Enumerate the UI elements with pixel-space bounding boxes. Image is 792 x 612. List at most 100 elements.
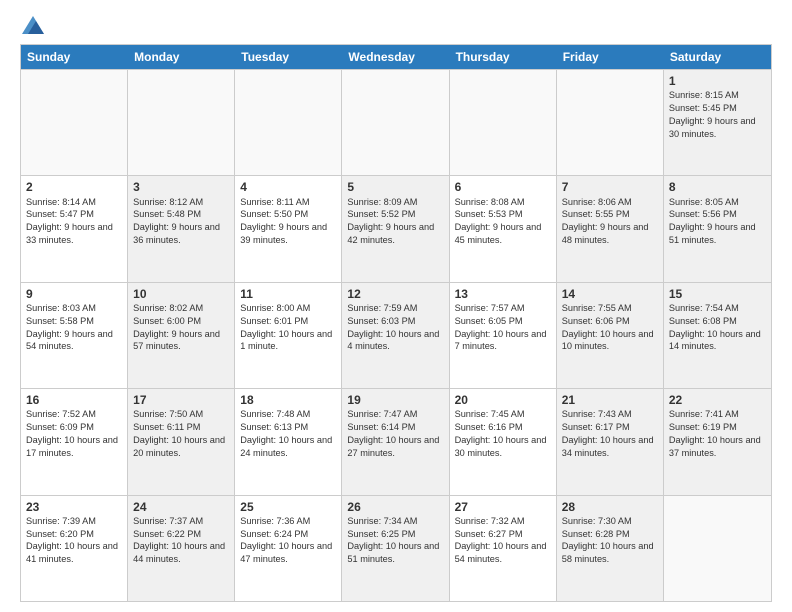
calendar-cell-1-3: 5 Sunrise: 8:09 AM Sunset: 5:52 PM Daylig…: [342, 176, 449, 281]
cell-details: Sunrise: 8:09 AM Sunset: 5:52 PM Dayligh…: [347, 197, 434, 245]
day-number: 8: [669, 179, 766, 195]
day-number: 13: [455, 286, 551, 302]
day-number: 24: [133, 499, 229, 515]
calendar-cell-1-0: 2Sunrise: 8:14 AM Sunset: 5:47 PM Daylig…: [21, 176, 128, 281]
day-number: 5: [347, 179, 443, 195]
calendar-cell-4-0: 23Sunrise: 7:39 AM Sunset: 6:20 PM Dayli…: [21, 496, 128, 601]
cell-details: Sunrise: 8:11 AM Sunset: 5:50 PM Dayligh…: [240, 197, 327, 245]
cell-details: Sunrise: 7:39 AM Sunset: 6:20 PM Dayligh…: [26, 516, 118, 564]
calendar-cell-0-5: [557, 70, 664, 175]
calendar-cell-2-2: 11Sunrise: 8:00 AM Sunset: 6:01 PM Dayli…: [235, 283, 342, 388]
day-number: 20: [455, 392, 551, 408]
day-number: 4: [240, 179, 336, 195]
calendar-cell-4-5: 28Sunrise: 7:30 AM Sunset: 6:28 PM Dayli…: [557, 496, 664, 601]
cell-details: Sunrise: 8:08 AM Sunset: 5:53 PM Dayligh…: [455, 197, 542, 245]
calendar-cell-1-4: 6 Sunrise: 8:08 AM Sunset: 5:53 PM Daylig…: [450, 176, 557, 281]
header: [20, 16, 772, 34]
cell-details: Sunrise: 8:06 AM Sunset: 5:55 PM Dayligh…: [562, 197, 649, 245]
calendar-cell-1-2: 4 Sunrise: 8:11 AM Sunset: 5:50 PM Daylig…: [235, 176, 342, 281]
day-number: 6: [455, 179, 551, 195]
calendar-header: SundayMondayTuesdayWednesdayThursdayFrid…: [21, 45, 771, 69]
calendar-cell-4-2: 25Sunrise: 7:36 AM Sunset: 6:24 PM Dayli…: [235, 496, 342, 601]
weekday-header-sunday: Sunday: [21, 45, 128, 69]
calendar-cell-1-6: 8 Sunrise: 8:05 AM Sunset: 5:56 PM Daylig…: [664, 176, 771, 281]
calendar-row-1: 2Sunrise: 8:14 AM Sunset: 5:47 PM Daylig…: [21, 175, 771, 281]
calendar-cell-2-0: 9Sunrise: 8:03 AM Sunset: 5:58 PM Daylig…: [21, 283, 128, 388]
day-number: 14: [562, 286, 658, 302]
weekday-header-thursday: Thursday: [450, 45, 557, 69]
day-number: 19: [347, 392, 443, 408]
calendar-cell-4-4: 27Sunrise: 7:32 AM Sunset: 6:27 PM Dayli…: [450, 496, 557, 601]
cell-details: Sunrise: 7:45 AM Sunset: 6:16 PM Dayligh…: [455, 409, 547, 457]
day-number: 16: [26, 392, 122, 408]
page: SundayMondayTuesdayWednesdayThursdayFrid…: [0, 0, 792, 612]
day-number: 10: [133, 286, 229, 302]
calendar-cell-3-4: 20Sunrise: 7:45 AM Sunset: 6:16 PM Dayli…: [450, 389, 557, 494]
cell-details: Sunrise: 7:32 AM Sunset: 6:27 PM Dayligh…: [455, 516, 547, 564]
cell-details: Sunrise: 7:59 AM Sunset: 6:03 PM Dayligh…: [347, 303, 439, 351]
cell-details: Sunrise: 7:41 AM Sunset: 6:19 PM Dayligh…: [669, 409, 761, 457]
day-number: 25: [240, 499, 336, 515]
calendar-cell-0-2: [235, 70, 342, 175]
day-number: 12: [347, 286, 443, 302]
calendar-body: 1Sunrise: 8:15 AM Sunset: 5:45 PM Daylig…: [21, 69, 771, 601]
day-number: 18: [240, 392, 336, 408]
weekday-header-wednesday: Wednesday: [342, 45, 449, 69]
cell-details: Sunrise: 7:37 AM Sunset: 6:22 PM Dayligh…: [133, 516, 225, 564]
cell-details: Sunrise: 7:52 AM Sunset: 6:09 PM Dayligh…: [26, 409, 118, 457]
day-number: 2: [26, 179, 122, 195]
cell-details: Sunrise: 7:34 AM Sunset: 6:25 PM Dayligh…: [347, 516, 439, 564]
logo-icon: [22, 16, 44, 34]
cell-details: Sunrise: 8:15 AM Sunset: 5:45 PM Dayligh…: [669, 90, 756, 138]
logo: [20, 16, 44, 34]
calendar-cell-0-4: [450, 70, 557, 175]
calendar-cell-3-1: 17Sunrise: 7:50 AM Sunset: 6:11 PM Dayli…: [128, 389, 235, 494]
day-number: 3: [133, 179, 229, 195]
cell-details: Sunrise: 7:50 AM Sunset: 6:11 PM Dayligh…: [133, 409, 225, 457]
day-number: 23: [26, 499, 122, 515]
calendar-row-2: 9Sunrise: 8:03 AM Sunset: 5:58 PM Daylig…: [21, 282, 771, 388]
cell-details: Sunrise: 8:12 AM Sunset: 5:48 PM Dayligh…: [133, 197, 220, 245]
cell-details: Sunrise: 7:43 AM Sunset: 6:17 PM Dayligh…: [562, 409, 654, 457]
calendar-cell-4-6: [664, 496, 771, 601]
day-number: 11: [240, 286, 336, 302]
calendar-cell-2-4: 13Sunrise: 7:57 AM Sunset: 6:05 PM Dayli…: [450, 283, 557, 388]
calendar-cell-3-5: 21Sunrise: 7:43 AM Sunset: 6:17 PM Dayli…: [557, 389, 664, 494]
day-number: 7: [562, 179, 658, 195]
calendar-cell-0-0: [21, 70, 128, 175]
cell-details: Sunrise: 7:47 AM Sunset: 6:14 PM Dayligh…: [347, 409, 439, 457]
calendar: SundayMondayTuesdayWednesdayThursdayFrid…: [20, 44, 772, 602]
day-number: 28: [562, 499, 658, 515]
cell-details: Sunrise: 7:30 AM Sunset: 6:28 PM Dayligh…: [562, 516, 654, 564]
weekday-header-monday: Monday: [128, 45, 235, 69]
day-number: 9: [26, 286, 122, 302]
calendar-cell-0-6: 1Sunrise: 8:15 AM Sunset: 5:45 PM Daylig…: [664, 70, 771, 175]
calendar-cell-3-3: 19Sunrise: 7:47 AM Sunset: 6:14 PM Dayli…: [342, 389, 449, 494]
cell-details: Sunrise: 7:48 AM Sunset: 6:13 PM Dayligh…: [240, 409, 332, 457]
calendar-cell-0-3: [342, 70, 449, 175]
calendar-cell-1-5: 7 Sunrise: 8:06 AM Sunset: 5:55 PM Daylig…: [557, 176, 664, 281]
cell-details: Sunrise: 8:00 AM Sunset: 6:01 PM Dayligh…: [240, 303, 332, 351]
calendar-cell-0-1: [128, 70, 235, 175]
calendar-cell-2-1: 10Sunrise: 8:02 AM Sunset: 6:00 PM Dayli…: [128, 283, 235, 388]
cell-details: Sunrise: 7:55 AM Sunset: 6:06 PM Dayligh…: [562, 303, 654, 351]
calendar-cell-4-1: 24Sunrise: 7:37 AM Sunset: 6:22 PM Dayli…: [128, 496, 235, 601]
calendar-row-0: 1Sunrise: 8:15 AM Sunset: 5:45 PM Daylig…: [21, 69, 771, 175]
day-number: 21: [562, 392, 658, 408]
calendar-cell-1-1: 3 Sunrise: 8:12 AM Sunset: 5:48 PM Daylig…: [128, 176, 235, 281]
weekday-header-tuesday: Tuesday: [235, 45, 342, 69]
calendar-cell-3-0: 16Sunrise: 7:52 AM Sunset: 6:09 PM Dayli…: [21, 389, 128, 494]
cell-details: Sunrise: 8:03 AM Sunset: 5:58 PM Dayligh…: [26, 303, 113, 351]
cell-details: Sunrise: 8:02 AM Sunset: 6:00 PM Dayligh…: [133, 303, 220, 351]
calendar-cell-3-6: 22Sunrise: 7:41 AM Sunset: 6:19 PM Dayli…: [664, 389, 771, 494]
cell-details: Sunrise: 8:05 AM Sunset: 5:56 PM Dayligh…: [669, 197, 756, 245]
calendar-cell-2-3: 12Sunrise: 7:59 AM Sunset: 6:03 PM Dayli…: [342, 283, 449, 388]
cell-details: Sunrise: 7:54 AM Sunset: 6:08 PM Dayligh…: [669, 303, 761, 351]
calendar-cell-3-2: 18Sunrise: 7:48 AM Sunset: 6:13 PM Dayli…: [235, 389, 342, 494]
day-number: 27: [455, 499, 551, 515]
cell-details: Sunrise: 7:57 AM Sunset: 6:05 PM Dayligh…: [455, 303, 547, 351]
calendar-cell-4-3: 26Sunrise: 7:34 AM Sunset: 6:25 PM Dayli…: [342, 496, 449, 601]
weekday-header-friday: Friday: [557, 45, 664, 69]
calendar-cell-2-6: 15Sunrise: 7:54 AM Sunset: 6:08 PM Dayli…: [664, 283, 771, 388]
day-number: 26: [347, 499, 443, 515]
